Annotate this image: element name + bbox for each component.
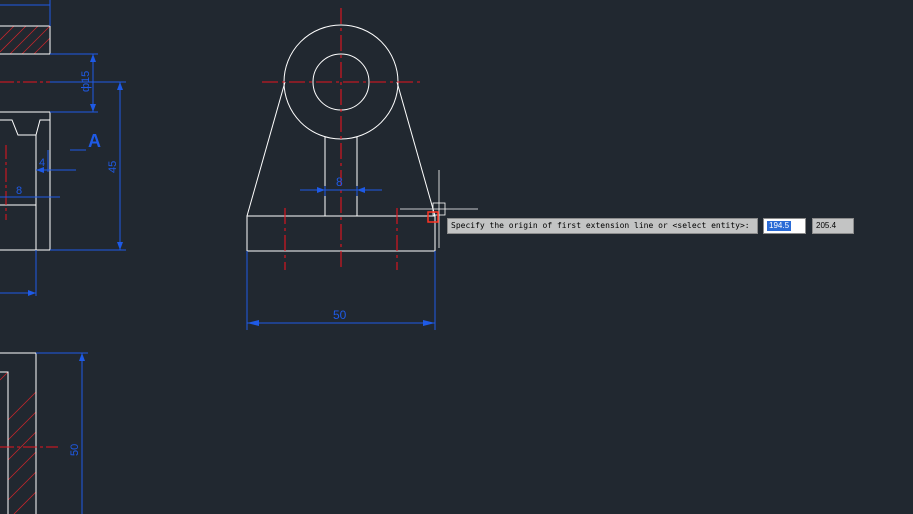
left-dim-4: 4 [39, 157, 45, 169]
x-coordinate-input[interactable]: 194.5 [763, 218, 806, 234]
dynamic-input-prompt: Specify the origin of first extension li… [447, 218, 758, 234]
left-dim-50: 50 [69, 444, 81, 456]
drawing-canvas[interactable]: ф15 45 4 8 A 50 50 8 [0, 0, 913, 514]
crosshair-cursor [400, 170, 478, 248]
left-dim-phi15: ф15 [80, 71, 92, 92]
dim-50-text: 50 [333, 308, 347, 322]
left-dim-8: 8 [16, 185, 22, 197]
dim-8-text: 8 [336, 175, 343, 189]
front-view-centerlines [262, 8, 420, 270]
left-section-view-bottom: 50 [0, 352, 88, 514]
left-section-view-top: ф15 45 4 8 A [0, 0, 126, 296]
left-dim-45: 45 [107, 161, 119, 173]
x-coordinate-value: 194.5 [767, 221, 792, 231]
view-label-a: A [88, 131, 101, 151]
y-coordinate-input[interactable]: 205.4 [812, 218, 854, 234]
